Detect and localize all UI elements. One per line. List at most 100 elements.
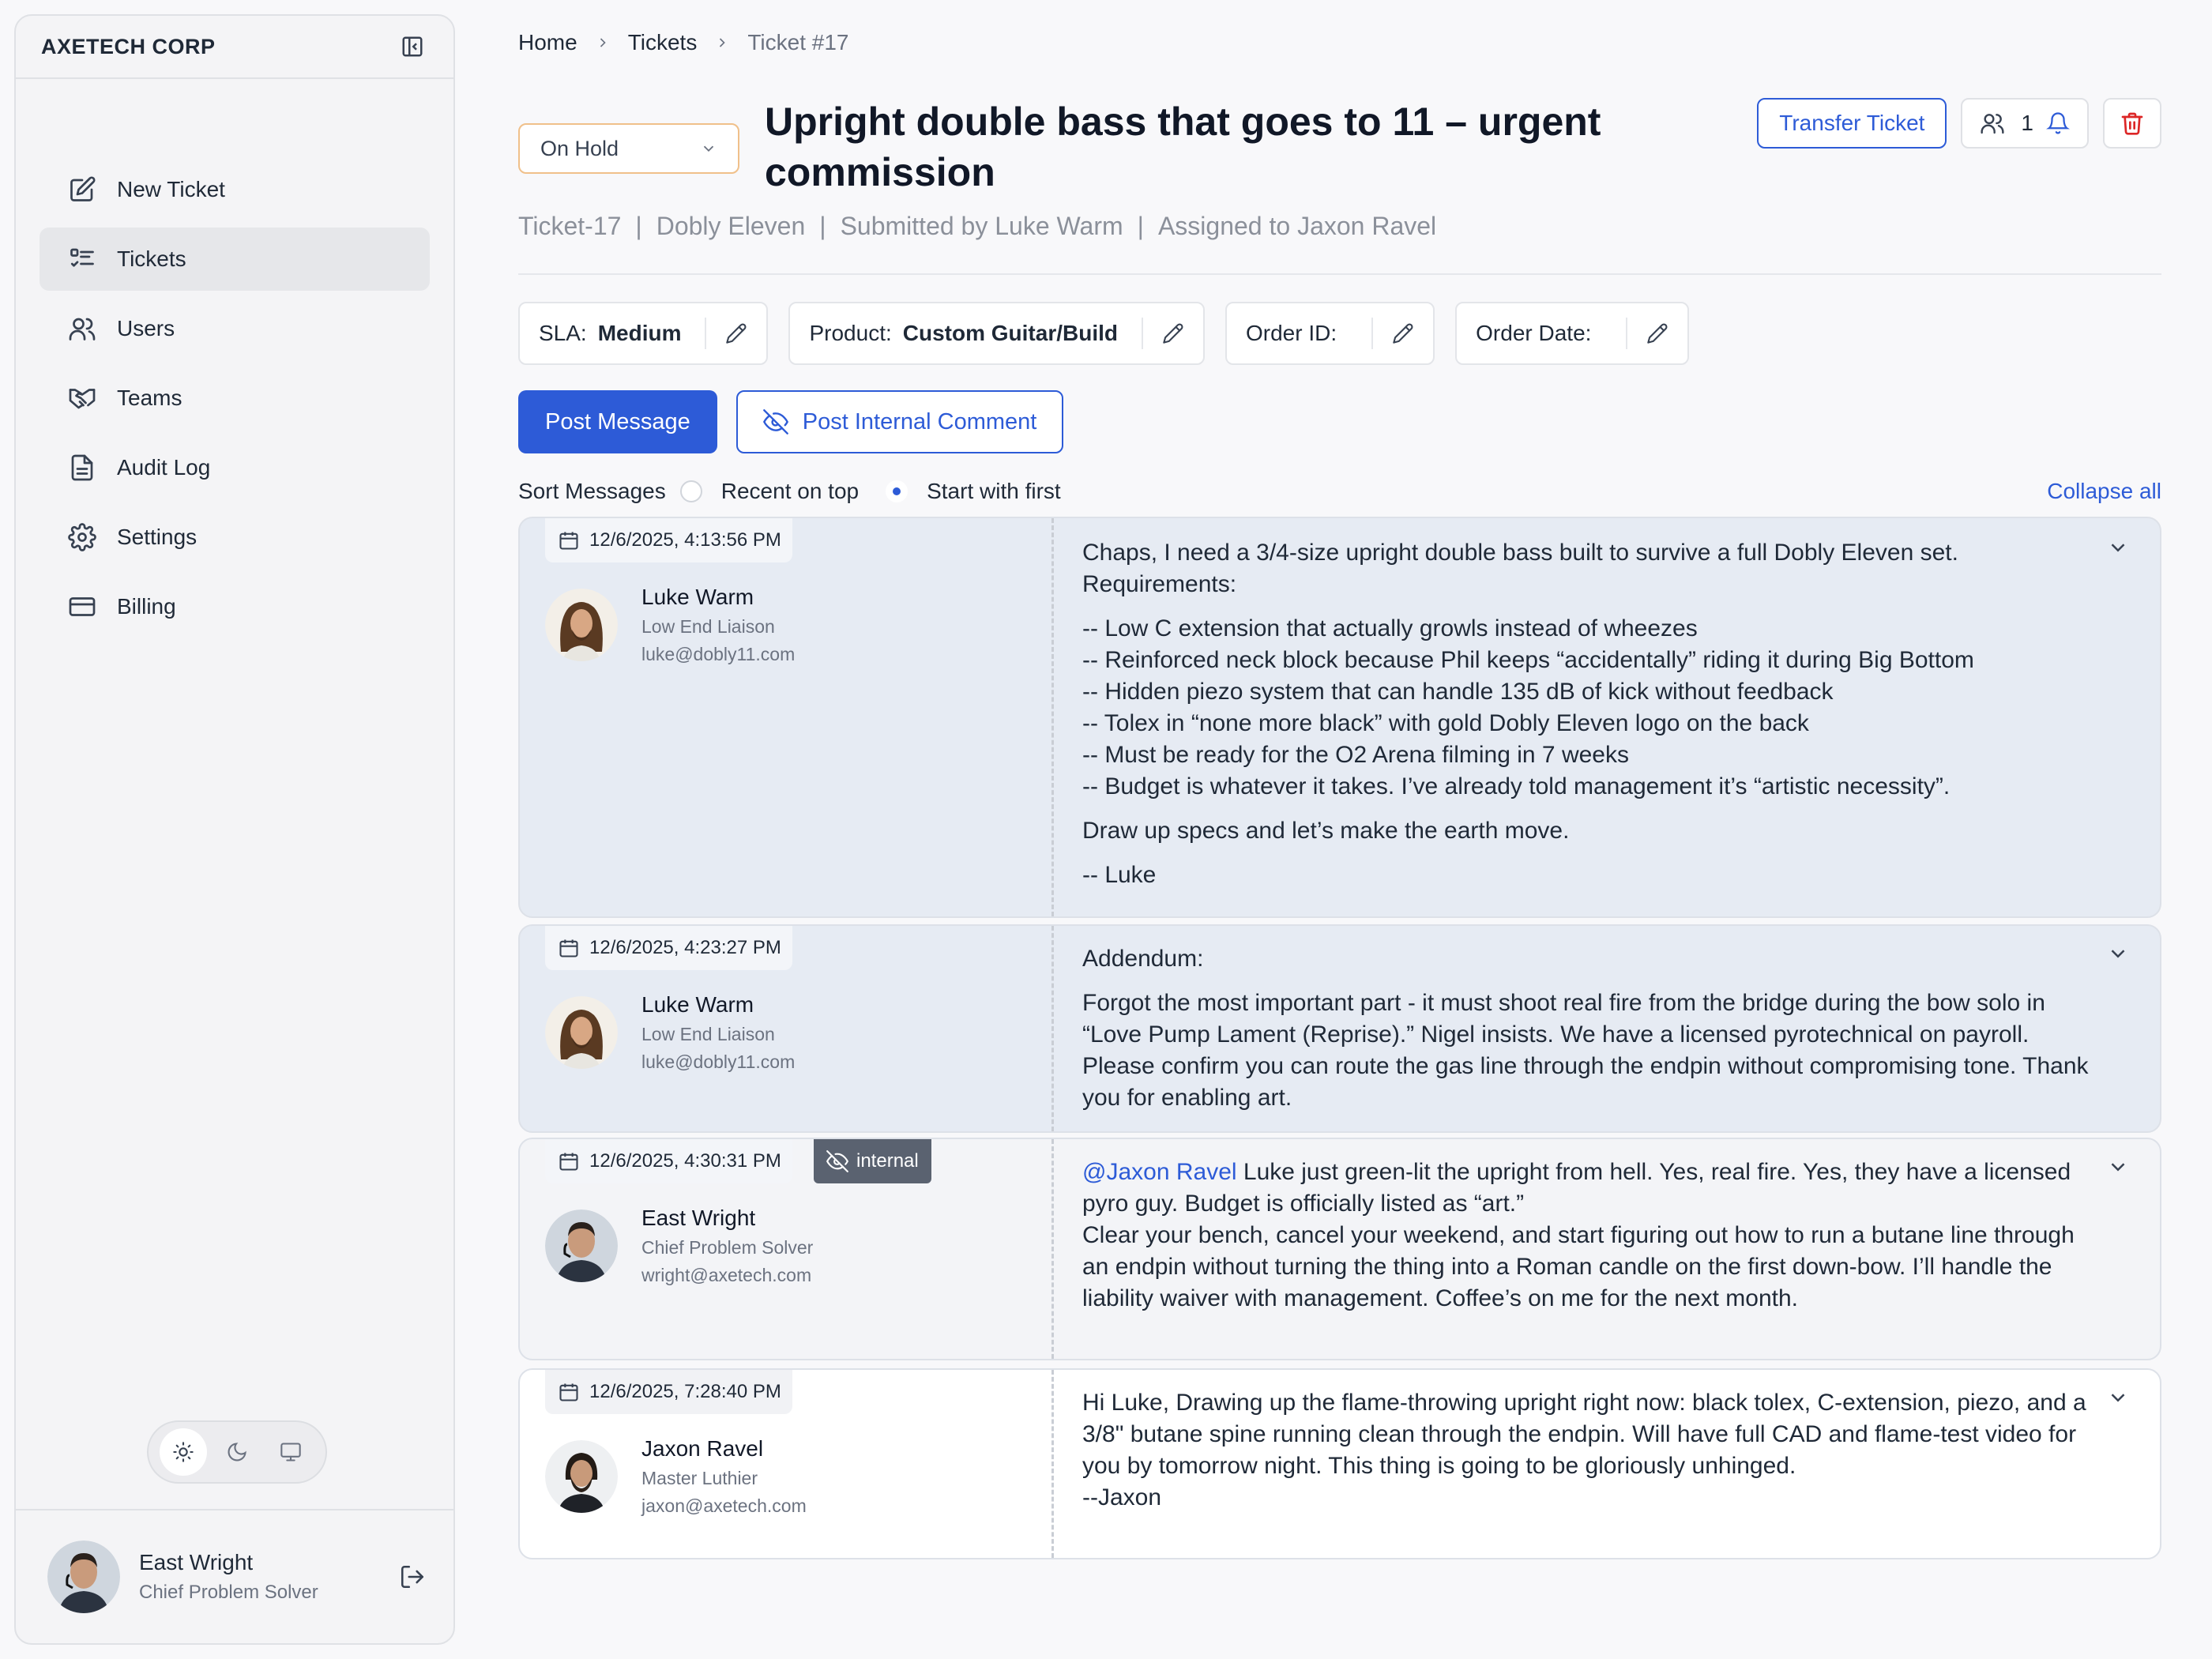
message-author-panel: 12/6/2025, 4:13:56 PM Luke Warm Low End … <box>520 518 1054 916</box>
chevron-down-icon <box>700 140 717 157</box>
author-name: Jaxon Ravel <box>641 1436 764 1461</box>
edit-pencil-icon[interactable] <box>1142 318 1184 349</box>
current-user: East Wright Chief Problem Solver <box>139 1550 395 1604</box>
ticket-company: Dobly Eleven <box>656 212 806 240</box>
credit-card-icon <box>66 591 98 623</box>
sidebar-item-label: Billing <box>117 594 176 619</box>
sidebar-item-settings[interactable]: Settings <box>40 506 430 569</box>
sidebar-item-teams[interactable]: Teams <box>40 367 430 430</box>
sort-messages: Sort Messages Recent on top Start with f… <box>518 479 2161 504</box>
collapse-all-link[interactable]: Collapse all <box>2047 479 2161 504</box>
avatar <box>545 1440 618 1513</box>
sidebar-item-billing[interactable]: Billing <box>40 575 430 638</box>
sidebar-item-label: Teams <box>117 386 182 410</box>
sort-recent-radio[interactable] <box>679 480 702 502</box>
sidebar-item-new-ticket[interactable]: New Ticket <box>40 158 430 221</box>
message-paragraph: -- Luke <box>1082 862 1157 888</box>
message-paragraph: --Jaxon <box>1082 1484 1162 1510</box>
sun-icon[interactable] <box>160 1428 207 1476</box>
logout-icon[interactable] <box>395 1559 430 1594</box>
sidebar-item-label: Audit Log <box>117 455 211 480</box>
sidebar-header: AXETECH CORP <box>16 16 453 79</box>
mention-link[interactable]: @Jaxon Ravel <box>1082 1159 1237 1185</box>
trash-icon <box>2120 111 2145 136</box>
breadcrumb: Home Tickets Ticket #17 <box>518 30 848 55</box>
message-card: 12/6/2025, 7:28:40 PM Jaxon Ravel Master… <box>518 1368 2161 1559</box>
collapse-sidebar-icon[interactable] <box>397 31 428 62</box>
breadcrumb-current: Ticket #17 <box>747 30 849 55</box>
sidebar-item-tickets[interactable]: Tickets <box>40 228 430 291</box>
sidebar-nav: New Ticket Tickets Users Teams Audit Log <box>40 158 430 645</box>
message-body: Chaps, I need a 3/4-size upright double … <box>1082 537 2097 891</box>
chevron-down-icon[interactable] <box>2105 1384 2131 1411</box>
internal-badge: internal <box>814 1139 931 1183</box>
edit-pencil-icon[interactable] <box>705 318 747 349</box>
sidebar-item-audit-log[interactable]: Audit Log <box>40 436 430 499</box>
message-body: @Jaxon Ravel Luke just green-lit the upr… <box>1082 1157 2097 1315</box>
avatar[interactable] <box>47 1540 120 1613</box>
author-name: Luke Warm <box>641 992 754 1017</box>
status-select[interactable]: On Hold <box>518 123 739 174</box>
sort-recent-label[interactable]: Recent on top <box>721 479 859 504</box>
post-internal-comment-button[interactable]: Post Internal Comment <box>735 390 1064 453</box>
field-value: Custom Guitar/Build <box>902 321 1118 345</box>
list-icon <box>66 243 98 275</box>
author-info: Luke Warm Low End Liaison luke@dobly11.c… <box>641 992 795 1073</box>
ticket-submitter: Submitted by Luke Warm <box>840 212 1123 240</box>
message-author-panel: 12/6/2025, 7:28:40 PM Jaxon Ravel Master… <box>520 1370 1054 1558</box>
author-info: East Wright Chief Problem Solver wright@… <box>641 1206 813 1286</box>
message-paragraph: -- Reinforced neck block because Phil ke… <box>1082 647 1974 673</box>
author-role: Master Luthier <box>641 1468 758 1488</box>
message-timestamp: 12/6/2025, 4:23:27 PM <box>545 926 792 970</box>
users-icon <box>1980 111 2005 136</box>
author-info: Luke Warm Low End Liaison luke@dobly11.c… <box>641 585 795 665</box>
chevron-down-icon[interactable] <box>2105 940 2131 967</box>
breadcrumb-tickets[interactable]: Tickets <box>628 30 698 55</box>
message-author: East Wright Chief Problem Solver wright@… <box>545 1206 813 1286</box>
message-card: 12/6/2025, 4:23:27 PM Luke Warm Low End … <box>518 924 2161 1133</box>
pencil-square-icon <box>66 174 98 205</box>
field-label: Product: <box>809 321 892 345</box>
ticket-actions: Transfer Ticket 1 <box>1757 98 2161 149</box>
ticket-fields: SLA: Medium Product: Custom Guitar/Build… <box>518 302 1710 365</box>
page-title: Upright double bass that goes to 11 – ur… <box>765 100 1601 194</box>
chevron-down-icon[interactable] <box>2105 534 2131 561</box>
message-timestamp: 12/6/2025, 4:30:31 PM <box>545 1139 792 1183</box>
author-email: jaxon@axetech.com <box>641 1495 807 1516</box>
message-paragraph: -- Tolex in “none more black” with gold … <box>1082 710 1809 736</box>
sidebar-item-label: Users <box>117 316 175 340</box>
monitor-icon[interactable] <box>267 1428 314 1476</box>
author-name: East Wright <box>641 1206 756 1230</box>
chevron-right-icon <box>595 35 611 51</box>
edit-pencil-icon[interactable] <box>1371 318 1414 349</box>
eye-off-icon <box>762 409 803 434</box>
sidebar-item-label: Settings <box>117 525 198 549</box>
sidebar-item-users[interactable]: Users <box>40 297 430 360</box>
author-email: luke@dobly11.com <box>641 644 796 664</box>
sort-first-radio[interactable] <box>886 480 908 502</box>
post-message-button[interactable]: Post Message <box>518 390 717 453</box>
field-order-id: Order ID: <box>1225 302 1435 365</box>
avatar <box>545 996 618 1069</box>
calendar-icon <box>558 937 589 959</box>
calendar-icon <box>558 1381 589 1403</box>
message-author: Luke Warm Low End Liaison luke@dobly11.c… <box>545 992 795 1073</box>
meta-separator: | <box>1137 212 1144 240</box>
watchers-button[interactable]: 1 <box>1961 98 2089 149</box>
edit-pencil-icon[interactable] <box>1626 318 1668 349</box>
delete-button[interactable] <box>2103 98 2161 149</box>
internal-label: internal <box>856 1150 919 1172</box>
message-paragraph: Forgot the most important part - it must… <box>1082 990 2089 1111</box>
author-email: luke@dobly11.com <box>641 1051 796 1072</box>
breadcrumb-home[interactable]: Home <box>518 30 577 55</box>
sort-label: Sort Messages <box>518 479 666 503</box>
chevron-down-icon[interactable] <box>2105 1153 2131 1180</box>
timestamp-text: 12/6/2025, 7:28:40 PM <box>589 1381 781 1402</box>
sort-first-label[interactable]: Start with first <box>927 479 1061 504</box>
document-icon <box>66 452 98 483</box>
message-author-panel: 12/6/2025, 4:30:31 PM internal East Wrig… <box>520 1139 1054 1359</box>
transfer-ticket-button[interactable]: Transfer Ticket <box>1757 98 1947 149</box>
ticket-meta: Ticket-17 | Dobly Eleven | Submitted by Luke… <box>518 212 1436 241</box>
user-role: Chief Problem Solver <box>139 1582 318 1603</box>
moon-icon[interactable] <box>213 1428 261 1476</box>
